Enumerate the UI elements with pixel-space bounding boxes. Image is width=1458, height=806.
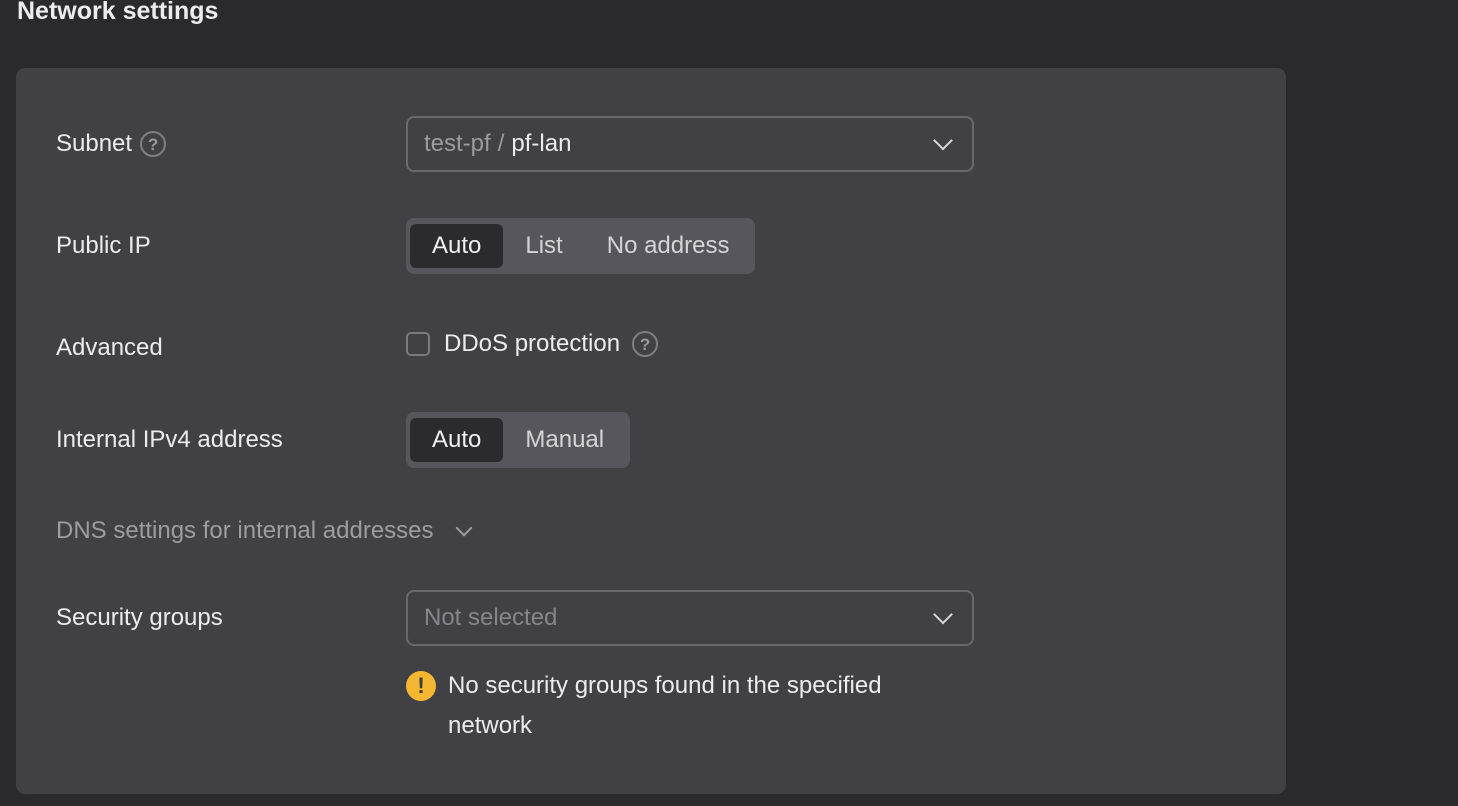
subnet-label: Subnet <box>56 130 133 157</box>
public-ip-segmented: Auto List No address <box>406 218 756 274</box>
security-groups-warning: ! No security groups found in the specif… <box>406 666 966 746</box>
internal-ipv4-label: Internal IPv4 address <box>56 426 283 453</box>
subnet-separator: / <box>497 130 505 157</box>
subnet-folder: test-pf <box>424 130 491 157</box>
internal-ipv4-option-auto[interactable]: Auto <box>410 418 504 462</box>
public-ip-option-no-address[interactable]: No address <box>585 224 752 268</box>
network-settings-card: Subnet ? test-pf / pf-lan Public IP Auto… <box>16 68 1286 794</box>
warning-icon: ! <box>406 671 436 701</box>
security-groups-placeholder: Not selected <box>424 604 558 631</box>
public-ip-label: Public IP <box>56 232 151 259</box>
security-groups-select[interactable]: Not selected <box>406 590 974 646</box>
chevron-down-icon <box>455 519 473 537</box>
page: Network settings Subnet ? test-pf / pf-l… <box>0 0 1458 806</box>
internal-ipv4-option-manual[interactable]: Manual <box>503 418 626 462</box>
ddos-protection-label[interactable]: DDoS protection <box>444 330 620 358</box>
subnet-label-row: Subnet ? <box>56 129 167 159</box>
ddos-protection-checkbox[interactable] <box>406 332 430 356</box>
internal-ipv4-segmented: Auto Manual <box>406 412 631 468</box>
subnet-value: pf-lan <box>511 130 572 157</box>
security-groups-label: Security groups <box>56 604 223 631</box>
public-ip-option-list[interactable]: List <box>503 224 584 268</box>
ddos-help-icon[interactable]: ? <box>632 331 659 357</box>
dns-settings-toggle[interactable]: DNS settings for internal addresses <box>56 516 473 546</box>
advanced-label: Advanced <box>56 334 163 361</box>
security-groups-warning-text: No security groups found in the specifie… <box>448 672 882 739</box>
dns-settings-label: DNS settings for internal addresses <box>56 517 434 544</box>
chevron-down-icon <box>933 604 953 625</box>
public-ip-option-auto[interactable]: Auto <box>410 224 504 268</box>
section-title: Network settings <box>17 0 219 25</box>
subnet-help-icon[interactable]: ? <box>140 131 167 157</box>
ddos-protection-row: DDoS protection ? <box>406 330 659 358</box>
subnet-select[interactable]: test-pf / pf-lan <box>406 116 974 172</box>
chevron-down-icon <box>933 130 953 151</box>
